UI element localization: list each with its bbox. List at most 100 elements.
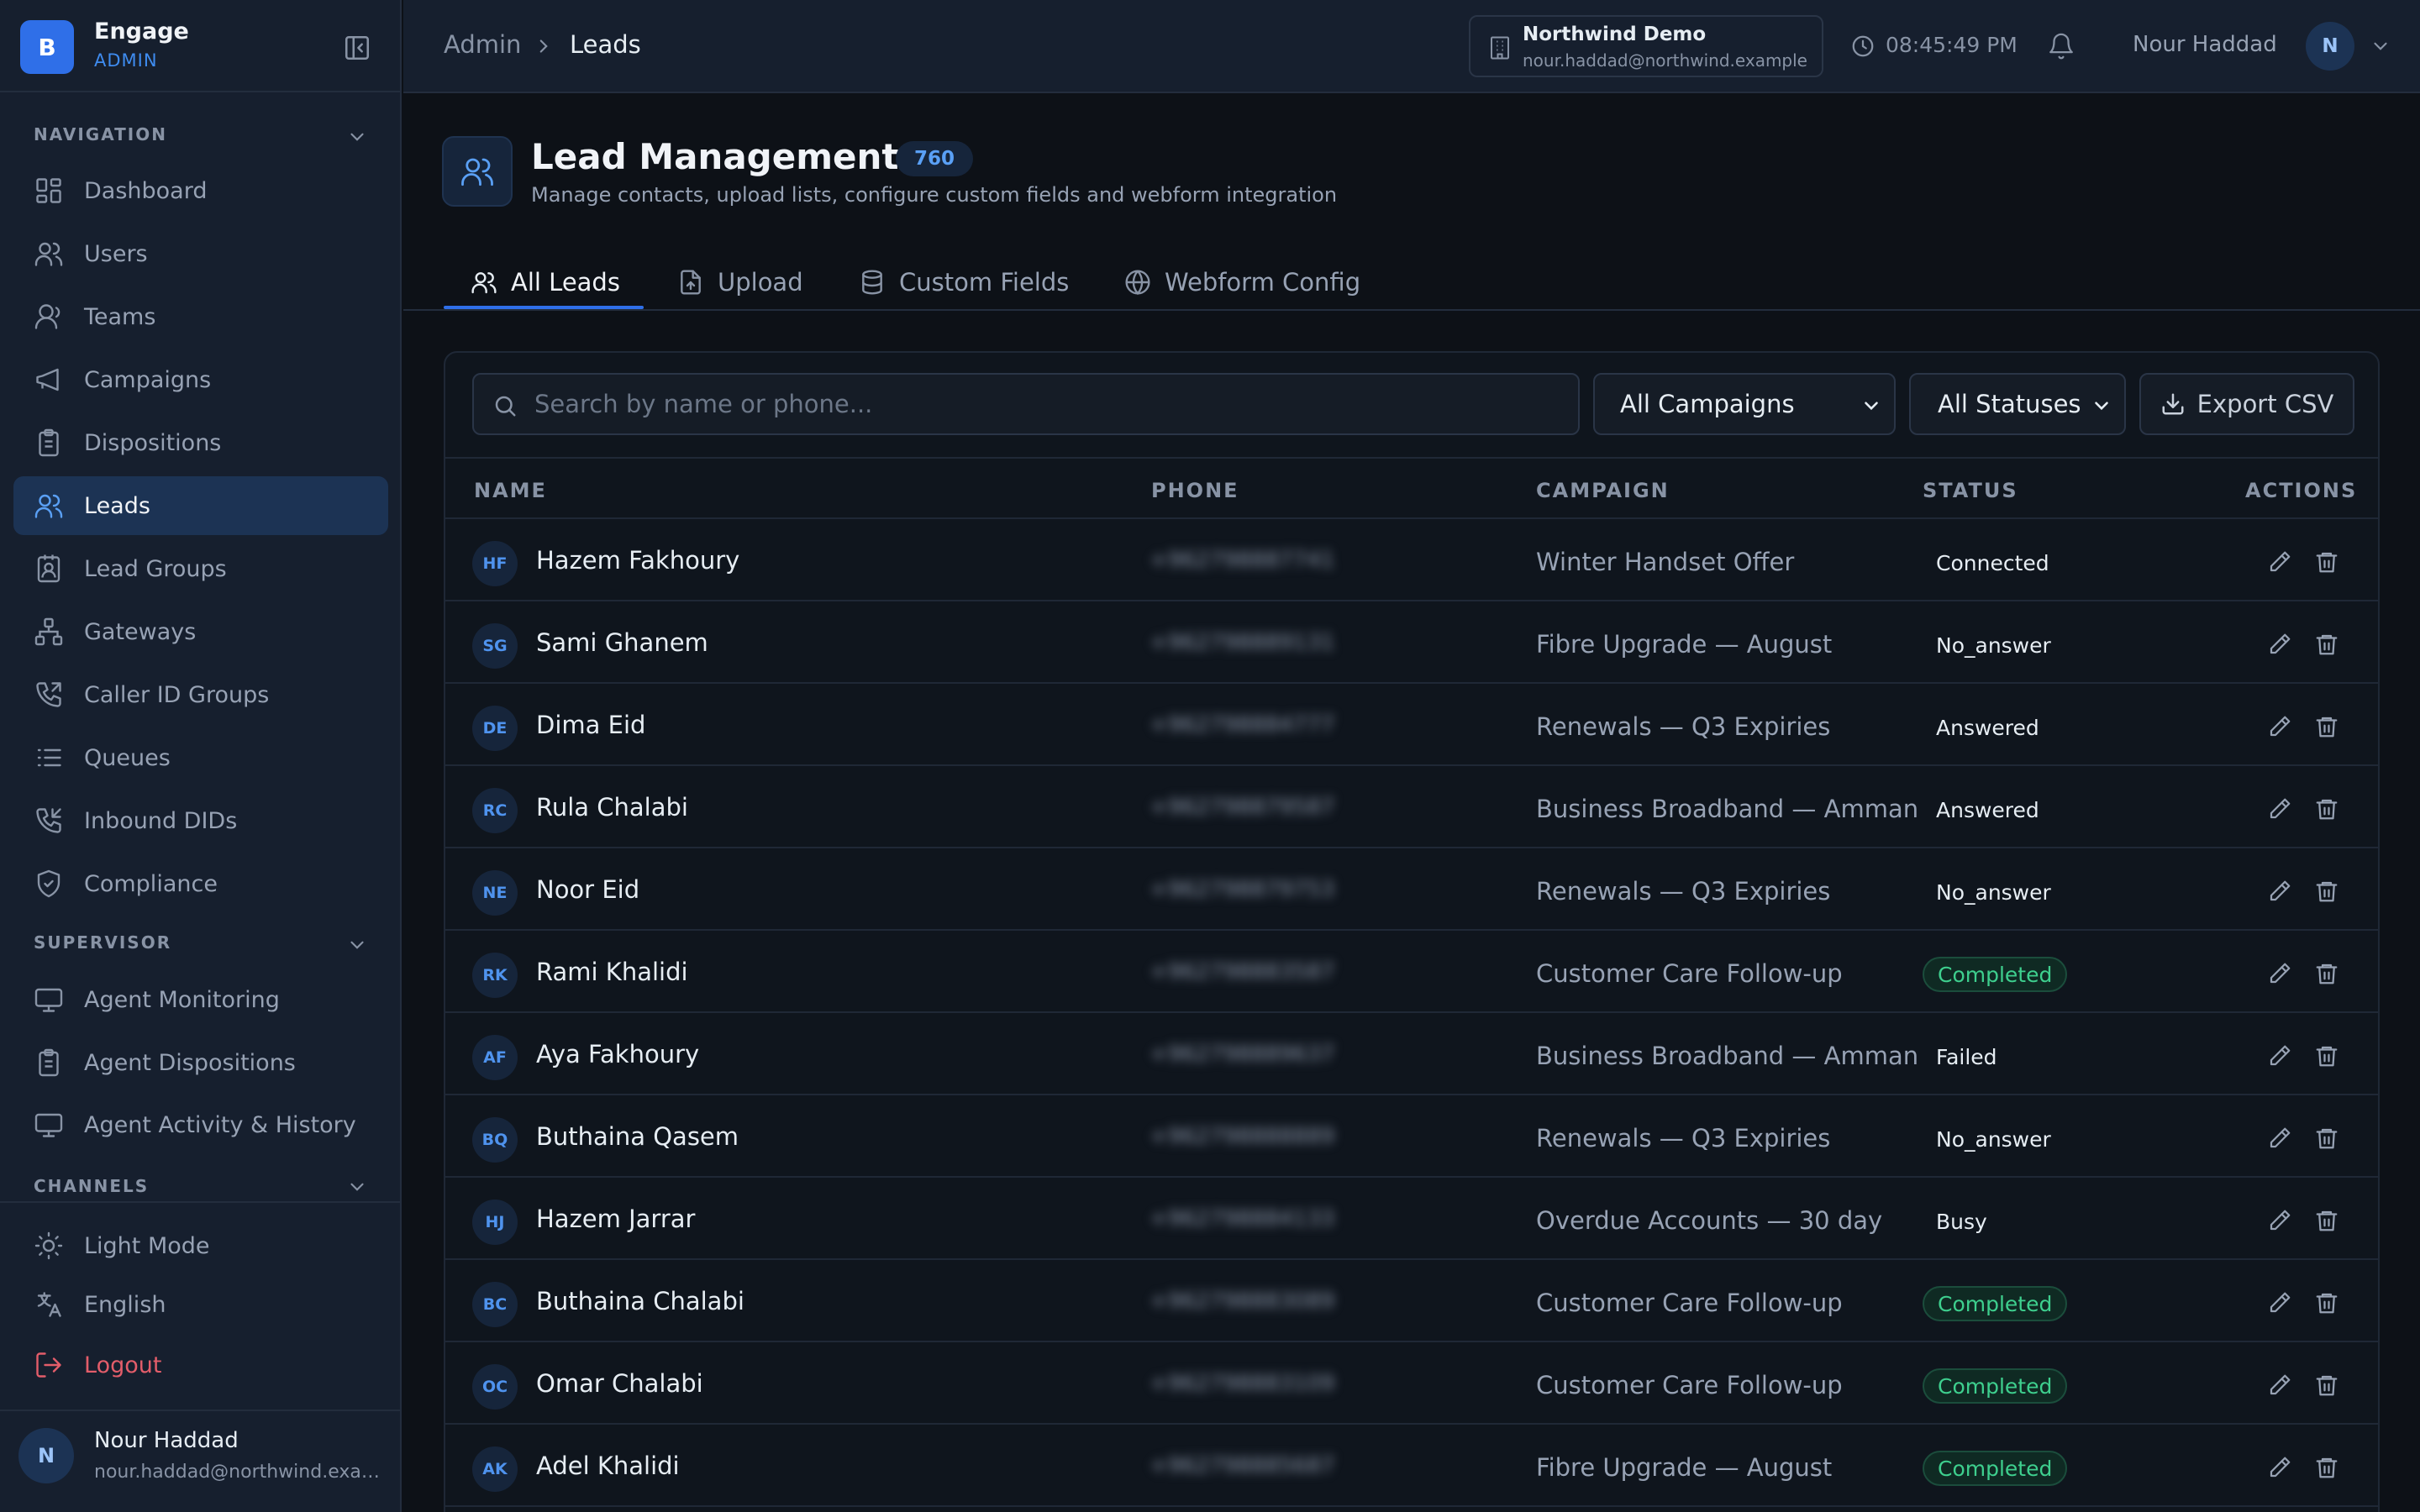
export-csv-button[interactable]: Export CSV <box>2139 373 2354 435</box>
pencil-icon[interactable] <box>2267 632 2292 657</box>
pencil-icon[interactable] <box>2267 961 2292 986</box>
pencil-icon[interactable] <box>2267 1126 2292 1151</box>
lead-name[interactable]: Aya Fakhoury <box>536 1040 699 1068</box>
column-header-actions: ACTIONS <box>2245 479 2358 502</box>
breadcrumb-current: Leads <box>570 30 641 59</box>
lead-name[interactable]: Sami Ghanem <box>536 628 708 657</box>
logout-button[interactable]: Logout <box>13 1336 388 1394</box>
trash-icon[interactable] <box>2314 879 2339 904</box>
trash-icon[interactable] <box>2314 1373 2339 1398</box>
chevron-down-icon[interactable] <box>346 1176 368 1198</box>
search-input[interactable] <box>534 375 1568 433</box>
table-row[interactable]: BQ Buthaina Qasem +962798888889 Renewals… <box>445 1095 2378 1178</box>
trash-icon[interactable] <box>2314 1126 2339 1151</box>
column-header-name[interactable]: NAME <box>474 479 547 502</box>
tab-all-leads[interactable]: All Leads <box>471 257 620 307</box>
chevron-down-icon[interactable] <box>346 126 368 148</box>
sidebar-item-dispositions[interactable]: Dispositions <box>13 413 388 472</box>
table-row[interactable]: RK Rami Khalidi +962798883587 Customer C… <box>445 931 2378 1013</box>
tab-label: Upload <box>718 268 803 297</box>
pencil-icon[interactable] <box>2267 714 2292 739</box>
pencil-icon[interactable] <box>2267 1043 2292 1068</box>
sidebar-item-queues[interactable]: Queues <box>13 728 388 787</box>
lead-name[interactable]: Hazem Jarrar <box>536 1205 695 1233</box>
sidebar-item-gateways[interactable]: Gateways <box>13 602 388 661</box>
status-badge: No_answer <box>1936 1126 2051 1152</box>
sidebar-item-agent-monitoring[interactable]: Agent Monitoring <box>13 970 388 1029</box>
column-header-status[interactable]: STATUS <box>1923 479 2018 502</box>
trash-icon[interactable] <box>2314 1290 2339 1315</box>
light-mode-label: Light Mode <box>84 1232 210 1259</box>
pencil-icon[interactable] <box>2267 1373 2292 1398</box>
sidebar-collapse-icon[interactable] <box>343 34 371 62</box>
leads-table-card: All Campaigns All Statuses Export CSV NA… <box>444 351 2380 1512</box>
sidebar-item-agent-activity[interactable]: Agent Activity & History <box>13 1095 388 1154</box>
search-box[interactable] <box>472 373 1580 435</box>
sidebar-item-teams[interactable]: Teams <box>13 287 388 346</box>
brand-logo[interactable]: B <box>20 20 74 74</box>
pencil-icon[interactable] <box>2267 1208 2292 1233</box>
sidebar-item-caller-id-groups[interactable]: Caller ID Groups <box>13 665 388 724</box>
sidebar-item-dashboard[interactable]: Dashboard <box>13 161 388 220</box>
trash-icon[interactable] <box>2314 632 2339 657</box>
column-header-phone[interactable]: PHONE <box>1151 479 1239 502</box>
lead-name[interactable]: Buthaina Qasem <box>536 1122 739 1151</box>
bell-icon[interactable] <box>2047 32 2075 60</box>
status-filter-select[interactable]: All Statuses <box>1909 373 2126 435</box>
sidebar-item-inbound-dids[interactable]: Inbound DIDs <box>13 791 388 850</box>
sidebar-item-lead-groups[interactable]: Lead Groups <box>13 539 388 598</box>
lead-initials-avatar: AF <box>472 1035 518 1080</box>
tab-upload[interactable]: Upload <box>677 257 803 307</box>
sidebar-item-users[interactable]: Users <box>13 224 388 283</box>
table-row[interactable]: AK Adel Khalidi +962798885687 Fibre Upgr… <box>445 1425 2378 1507</box>
sidebar-item-label: Agent Dispositions <box>84 1049 296 1076</box>
pencil-icon[interactable] <box>2267 1290 2292 1315</box>
top-user-name[interactable]: Nour Haddad <box>2133 32 2277 57</box>
pencil-icon[interactable] <box>2267 879 2292 904</box>
lead-name[interactable]: Hazem Fakhoury <box>536 546 739 575</box>
lead-name[interactable]: Rula Chalabi <box>536 793 688 822</box>
avatar[interactable]: N <box>2306 22 2354 71</box>
language-selector[interactable]: English <box>13 1275 388 1334</box>
sidebar-item-agent-dispositions[interactable]: Agent Dispositions <box>13 1033 388 1092</box>
table-row[interactable]: AF Aya Fakhoury +962798889637 Business B… <box>445 1013 2378 1095</box>
tab-custom-fields[interactable]: Custom Fields <box>859 257 1069 307</box>
organization-switcher[interactable]: Northwind Demo nour.haddad@northwind.exa… <box>1469 15 1823 77</box>
trash-icon[interactable] <box>2314 714 2339 739</box>
chevron-down-icon[interactable] <box>346 934 368 956</box>
lead-name[interactable]: Rami Khalidi <box>536 958 688 986</box>
column-header-campaign[interactable]: CAMPAIGN <box>1536 479 1670 502</box>
table-row[interactable]: HF Hazem Fakhoury +962798887741 Winter H… <box>445 519 2378 601</box>
trash-icon[interactable] <box>2314 1455 2339 1480</box>
trash-icon[interactable] <box>2314 961 2339 986</box>
sidebar-item-compliance[interactable]: Compliance <box>13 854 388 913</box>
pencil-icon[interactable] <box>2267 1455 2292 1480</box>
sidebar-item-leads[interactable]: Leads <box>13 476 388 535</box>
sidebar-item-campaigns[interactable]: Campaigns <box>13 350 388 409</box>
tab-webform-config[interactable]: Webform Config <box>1124 257 1360 307</box>
table-row[interactable]: DE Dima Eid +962798884777 Renewals — Q3 … <box>445 684 2378 766</box>
trash-icon[interactable] <box>2314 1043 2339 1068</box>
campaign-filter-select[interactable]: All Campaigns <box>1593 373 1896 435</box>
lead-name[interactable]: Dima Eid <box>536 711 645 739</box>
table-row[interactable]: RC Rula Chalabi +962798879587 Business B… <box>445 766 2378 848</box>
table-row[interactable]: NE Noor Eid +962798879753 Renewals — Q3 … <box>445 848 2378 931</box>
trash-icon[interactable] <box>2314 796 2339 822</box>
pencil-icon[interactable] <box>2267 549 2292 575</box>
trash-icon[interactable] <box>2314 1208 2339 1233</box>
table-row[interactable]: BC Buthaina Chalabi +962798883089 Custom… <box>445 1260 2378 1342</box>
light-mode-toggle[interactable]: Light Mode <box>13 1216 388 1275</box>
lead-name[interactable]: Omar Chalabi <box>536 1369 703 1398</box>
trash-icon[interactable] <box>2314 549 2339 575</box>
breadcrumb-admin[interactable]: Admin <box>444 30 521 59</box>
pencil-icon[interactable] <box>2267 796 2292 822</box>
chevron-down-icon[interactable] <box>2370 35 2391 57</box>
table-row[interactable]: HJ Hazem Jarrar +962798884133 Overdue Ac… <box>445 1178 2378 1260</box>
table-row[interactable]: OC Omar Chalabi +962798883109 Customer C… <box>445 1342 2378 1425</box>
logout-label: Logout <box>84 1352 162 1378</box>
lead-name[interactable]: Noor Eid <box>536 875 639 904</box>
lead-name[interactable]: Buthaina Chalabi <box>536 1287 744 1315</box>
sidebar-user-profile[interactable]: N Nour Haddad nour.haddad@northwind.exam… <box>0 1411 402 1512</box>
lead-name[interactable]: Adel Khalidi <box>536 1452 680 1480</box>
table-row[interactable]: SG Sami Ghanem +962798889131 Fibre Upgra… <box>445 601 2378 684</box>
